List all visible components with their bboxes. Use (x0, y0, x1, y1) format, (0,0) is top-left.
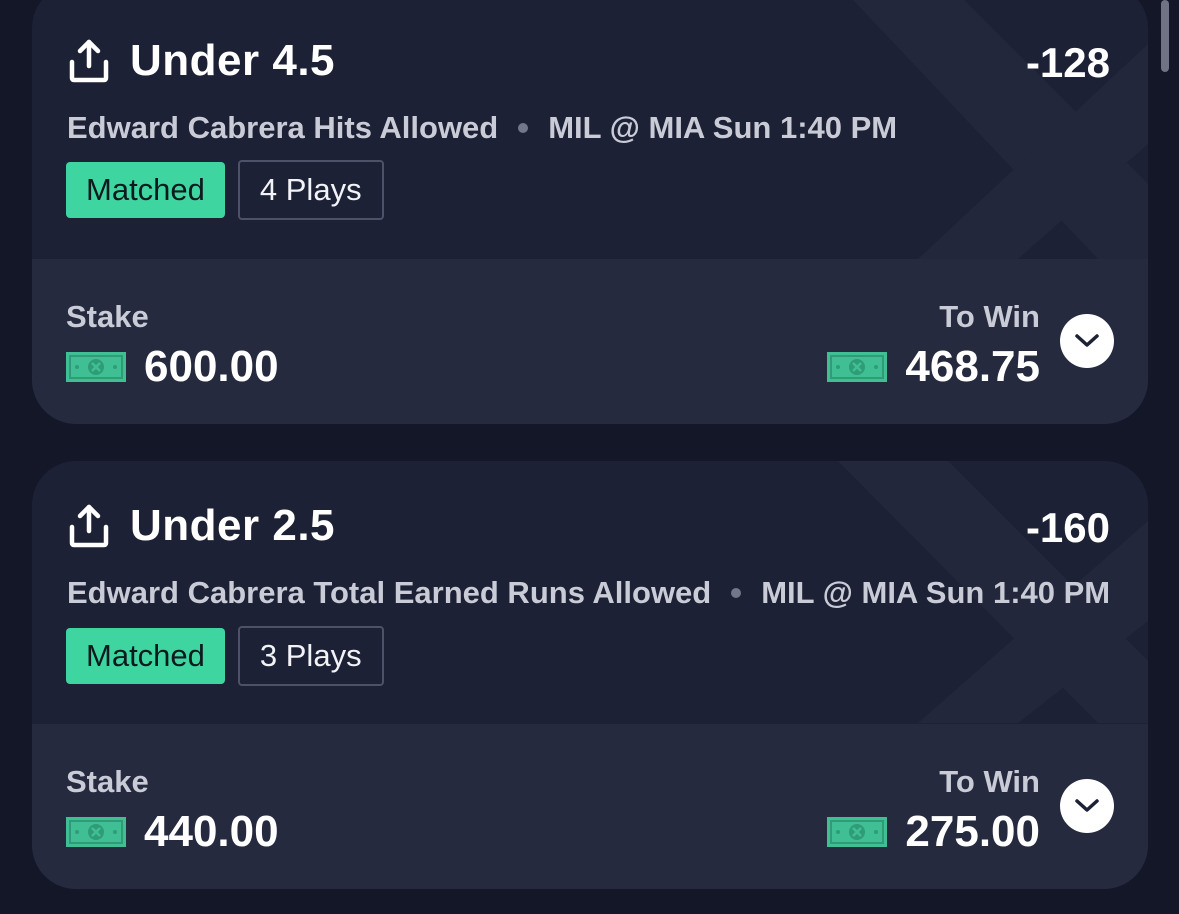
bet-odds: -160 (1025, 504, 1110, 551)
separator-dot (731, 588, 742, 598)
bet-card-header: Under 4.5 -128 Edward Cabrera Hits Allow… (32, 0, 1148, 259)
plays-badge: 4 Plays (237, 160, 384, 220)
bet-badges: Matched 3 Plays (66, 626, 384, 686)
bet-subtitle: Edward Cabrera Total Earned Runs Allowed… (67, 575, 1110, 611)
scrollbar[interactable] (1161, 0, 1169, 72)
cash-icon (66, 352, 126, 382)
bet-game: MIL @ MIA Sun 1:40 PM (548, 110, 898, 145)
bet-card[interactable]: Under 4.5 -128 Edward Cabrera Hits Allow… (32, 0, 1148, 424)
stake-value: 440.00 (66, 807, 279, 857)
bet-card-footer: Stake To Win 600.00 468.75 (32, 259, 1148, 424)
share-icon[interactable] (66, 503, 112, 549)
separator-dot (518, 123, 529, 133)
expand-button[interactable] (1060, 314, 1114, 368)
bet-odds: -128 (1025, 39, 1110, 86)
bet-title: Under 2.5 (130, 501, 336, 550)
stake-label: Stake (66, 764, 149, 799)
expand-button[interactable] (1060, 779, 1114, 833)
status-badge: Matched (66, 162, 225, 218)
to-win-value: 468.75 (827, 342, 1040, 392)
bet-market: Edward Cabrera Hits Allowed (67, 110, 499, 145)
stake-amount: 600.00 (144, 342, 279, 391)
to-win-amount: 275.00 (905, 807, 1040, 856)
bet-title: Under 4.5 (130, 36, 336, 85)
bet-title-row: Under 4.5 (66, 36, 335, 86)
to-win-amount: 468.75 (905, 342, 1040, 391)
stake-amount: 440.00 (144, 807, 279, 856)
stake-value: 600.00 (66, 342, 279, 392)
to-win-value: 275.00 (827, 807, 1040, 857)
cash-icon (827, 817, 888, 847)
share-icon[interactable] (66, 38, 112, 84)
bet-market: Edward Cabrera Total Earned Runs Allowed (67, 575, 712, 610)
to-win-label: To Win (939, 299, 1040, 334)
to-win-label: To Win (939, 764, 1040, 799)
bet-card[interactable]: Under 2.5 -160 Edward Cabrera Total Earn… (32, 461, 1148, 889)
bet-subtitle: Edward Cabrera Hits Allowed MIL @ MIA Su… (67, 110, 897, 146)
bet-card-header: Under 2.5 -160 Edward Cabrera Total Earn… (32, 461, 1148, 723)
bet-badges: Matched 4 Plays (66, 160, 384, 220)
chevron-down-icon (1075, 334, 1099, 347)
cash-icon (827, 352, 888, 382)
stake-label: Stake (66, 299, 149, 334)
bet-card-footer: Stake To Win 440.00 275.00 (32, 724, 1148, 889)
bet-game: MIL @ MIA Sun 1:40 PM (761, 575, 1111, 610)
status-badge: Matched (66, 628, 225, 684)
bet-title-row: Under 2.5 (66, 501, 335, 551)
plays-badge: 3 Plays (237, 626, 384, 686)
chevron-down-icon (1075, 799, 1099, 812)
cash-icon (66, 817, 126, 847)
